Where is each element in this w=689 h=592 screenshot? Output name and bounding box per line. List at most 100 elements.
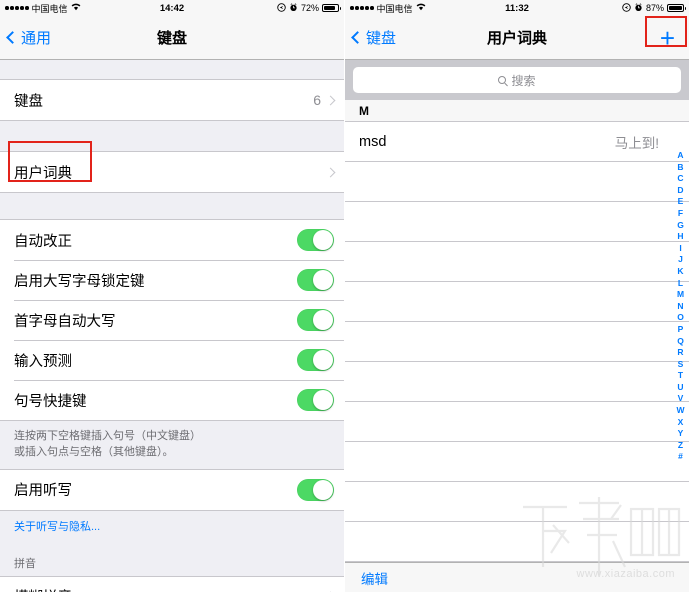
- location-arrow-icon: [277, 2, 286, 14]
- location-arrow-icon: [622, 2, 631, 14]
- right-panel-user-dictionary: 中国电信 11:32 87% 键盘 用户词典 + 搜索 M msd 马上到! A…: [345, 0, 689, 592]
- search-bar-container: 搜索: [345, 60, 689, 100]
- alpha-index-letter[interactable]: M: [677, 289, 684, 301]
- alpha-index-letter[interactable]: G: [677, 220, 684, 232]
- alpha-index-letter[interactable]: H: [677, 231, 683, 243]
- row-fuzzy-pinyin-label: 模糊拼音: [14, 586, 327, 592]
- pinyin-group: 模糊拼音: [0, 575, 344, 592]
- chevron-right-icon: [325, 95, 336, 105]
- battery-icon: [322, 4, 341, 12]
- alpha-index-letter[interactable]: Z: [678, 440, 683, 452]
- status-right-group: 72%: [277, 2, 341, 14]
- alpha-index-letter[interactable]: C: [677, 173, 683, 185]
- alpha-index-letter[interactable]: U: [677, 382, 683, 394]
- alphabet-index[interactable]: A B C D E F G H I J K L M N O P Q R S T …: [674, 150, 687, 463]
- bottom-toolbar: 编辑: [345, 562, 689, 592]
- alpha-index-letter[interactable]: P: [678, 324, 684, 336]
- spacer-top: [0, 60, 344, 79]
- dictation-group: 启用听写: [0, 468, 344, 511]
- empty-row: [345, 162, 689, 202]
- alpha-index-letter[interactable]: K: [677, 266, 683, 278]
- row-predictive-label: 输入预测: [14, 353, 72, 370]
- footnote-line-2: 或插入句点与空格（其他键盘）。: [14, 445, 174, 458]
- toggle-predictive[interactable]: [297, 349, 334, 371]
- empty-row: [345, 242, 689, 282]
- alpha-index-letter[interactable]: A: [677, 150, 683, 162]
- alpha-index-letter[interactable]: Y: [678, 428, 684, 440]
- empty-row: [345, 282, 689, 322]
- alpha-index-letter[interactable]: V: [678, 393, 684, 405]
- battery-percent-label: 72%: [300, 3, 319, 13]
- row-caps-lock-label: 启用大写字母锁定键: [14, 273, 145, 290]
- search-input[interactable]: 搜索: [353, 67, 681, 93]
- row-caps-lock[interactable]: 启用大写字母锁定键: [0, 260, 344, 300]
- alpha-index-letter[interactable]: W: [676, 405, 684, 417]
- alpha-index-letter[interactable]: I: [679, 243, 681, 255]
- alpha-index-letter[interactable]: T: [678, 370, 683, 382]
- alpha-index-letter[interactable]: S: [678, 359, 684, 371]
- add-entry-button[interactable]: +: [654, 25, 681, 51]
- row-auto-capitalization-label: 首字母自动大写: [14, 313, 116, 330]
- chevron-left-icon: [351, 31, 364, 44]
- alpha-index-letter[interactable]: D: [677, 185, 683, 197]
- alpha-index-letter[interactable]: F: [678, 208, 683, 220]
- empty-rows-area: [345, 162, 689, 592]
- battery-icon: [667, 4, 686, 12]
- row-keyboards-label: 键盘: [14, 93, 43, 110]
- toggle-caps-lock[interactable]: [297, 269, 334, 291]
- toggle-auto-correction[interactable]: [297, 229, 334, 251]
- spacer-before-toggles: [0, 193, 344, 219]
- row-user-dictionary[interactable]: 用户词典: [0, 152, 344, 192]
- pinyin-section-header: 拼音: [0, 540, 344, 576]
- alpha-index-letter[interactable]: O: [677, 312, 684, 324]
- toggle-auto-capitalization[interactable]: [297, 309, 334, 331]
- left-nav-bar: 通用 键盘: [0, 16, 344, 60]
- alpha-index-letter[interactable]: Q: [677, 336, 684, 348]
- alpha-index-letter[interactable]: N: [677, 301, 683, 313]
- back-button-keyboard[interactable]: 键盘: [351, 27, 397, 48]
- footnote-line-1: 连按两下空格键插入句号（中文键盘）: [14, 430, 201, 442]
- empty-row: [345, 322, 689, 362]
- alpha-index-letter[interactable]: L: [678, 278, 683, 290]
- alpha-index-letter[interactable]: X: [678, 417, 684, 429]
- alpha-index-letter[interactable]: J: [678, 254, 683, 266]
- row-auto-correction[interactable]: 自动改正: [0, 220, 344, 260]
- empty-row: [345, 442, 689, 482]
- page-title: 键盘: [156, 30, 187, 47]
- row-fuzzy-pinyin[interactable]: 模糊拼音: [0, 576, 344, 592]
- back-button-general[interactable]: 通用: [6, 27, 51, 48]
- row-period-shortcut[interactable]: 句号快捷键: [0, 380, 344, 420]
- row-keyboards-value: 6: [313, 92, 321, 108]
- alpha-index-letter[interactable]: B: [677, 162, 683, 174]
- edit-button[interactable]: 编辑: [361, 568, 388, 588]
- period-shortcut-footnote: 连按两下空格键插入句号（中文键盘） 或插入句点与空格（其他键盘）。: [0, 421, 344, 469]
- row-predictive[interactable]: 输入预测: [0, 340, 344, 380]
- toggle-enable-dictation[interactable]: [297, 478, 334, 501]
- page-title: 用户词典: [486, 30, 547, 47]
- back-button-label: 键盘: [366, 30, 397, 47]
- alarm-clock-icon: [289, 2, 298, 14]
- dictation-privacy-link[interactable]: 关于听写与隐私...: [0, 510, 344, 541]
- screenshot-root: 中国电信 14:42 72% 通用 键盘 键盘 6 用户词典 自动改正 启用大写…: [0, 0, 689, 592]
- row-auto-capitalization[interactable]: 首字母自动大写: [0, 300, 344, 340]
- chevron-right-icon: [325, 167, 336, 177]
- alpha-index-letter[interactable]: #: [678, 451, 683, 463]
- row-enable-dictation[interactable]: 启用听写: [0, 469, 344, 510]
- row-enable-dictation-label: 启用听写: [14, 483, 72, 500]
- dictionary-entry-term: msd: [359, 133, 387, 150]
- dictionary-entry-row[interactable]: msd 马上到!: [345, 122, 689, 162]
- empty-row: [345, 202, 689, 242]
- alpha-index-letter[interactable]: R: [677, 347, 683, 359]
- row-user-dictionary-label: 用户词典: [14, 165, 72, 182]
- dictionary-entry-shortcut: 马上到!: [614, 135, 659, 151]
- row-keyboards[interactable]: 键盘 6: [0, 80, 344, 120]
- toggle-period-shortcut[interactable]: [297, 389, 334, 411]
- left-panel-keyboard-settings: 中国电信 14:42 72% 通用 键盘 键盘 6 用户词典 自动改正 启用大写…: [0, 0, 345, 592]
- alarm-clock-icon: [634, 2, 643, 14]
- status-right-group: 87%: [622, 2, 686, 14]
- empty-row: [345, 522, 689, 562]
- spacer-mid: [0, 121, 344, 151]
- alpha-index-letter[interactable]: E: [678, 196, 684, 208]
- typing-options-group: 自动改正 启用大写字母锁定键 首字母自动大写 输入预测 句号快捷键: [0, 219, 344, 421]
- search-placeholder: 搜索: [511, 73, 536, 88]
